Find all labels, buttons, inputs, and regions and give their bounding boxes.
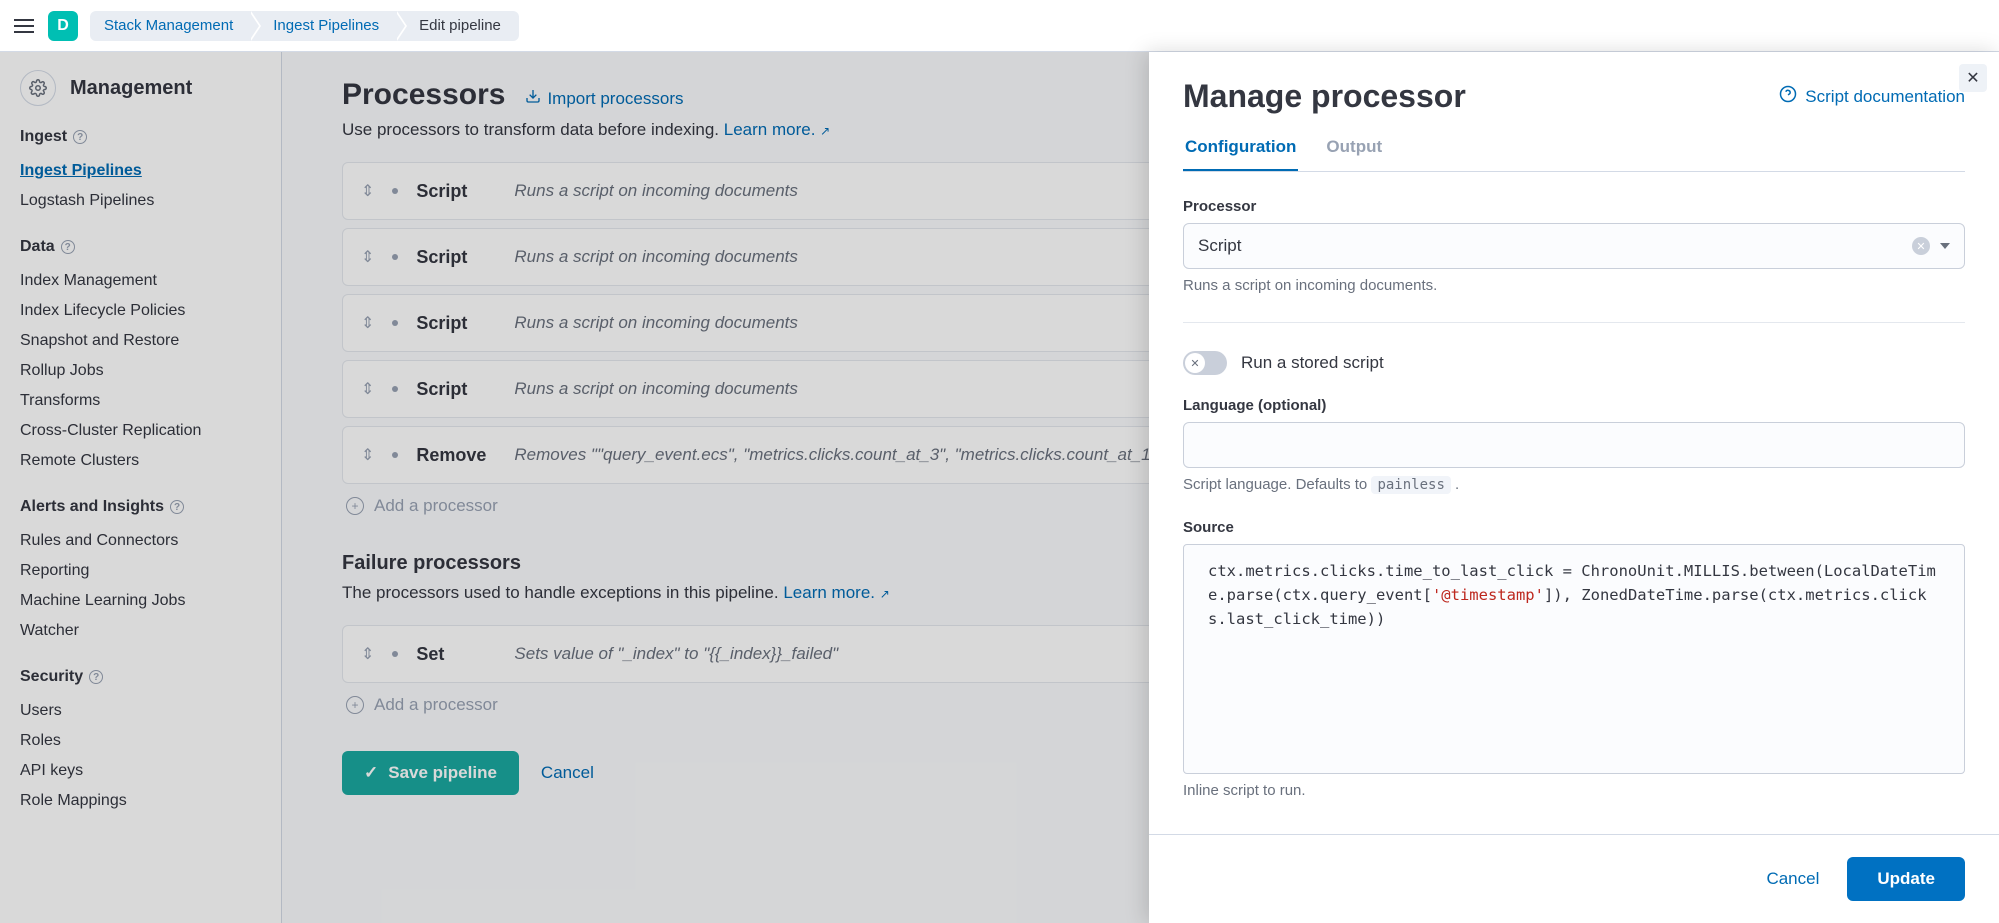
sidebar-item-remote-clusters[interactable]: Remote Clusters (20, 446, 261, 476)
sidebar-item-transforms[interactable]: Transforms (20, 386, 261, 416)
breadcrumb-item[interactable]: Stack Management (90, 11, 251, 41)
user-avatar[interactable]: D (48, 11, 78, 41)
clear-icon[interactable]: ✕ (1912, 237, 1930, 255)
source-help-text: Inline script to run. (1183, 782, 1965, 799)
plus-circle-icon: + (346, 696, 364, 714)
stored-script-label: Run a stored script (1241, 353, 1384, 373)
processor-description: Runs a script on incoming documents (514, 379, 797, 399)
help-icon[interactable]: ? (89, 670, 103, 684)
learn-more-link[interactable]: Learn more. ↗ (783, 583, 889, 602)
flyout-update-button[interactable]: Update (1847, 857, 1965, 901)
processor-name: Set (416, 644, 496, 665)
processor-select-value: Script (1198, 236, 1241, 256)
sidebar-item-role-mappings[interactable]: Role Mappings (20, 786, 261, 816)
sidebar-item-logstash-pipelines[interactable]: Logstash Pipelines (20, 186, 261, 216)
bullet-icon (392, 386, 398, 392)
sidebar-item-users[interactable]: Users (20, 696, 261, 726)
plus-circle-icon: + (346, 497, 364, 515)
bullet-icon (392, 188, 398, 194)
import-processors-link[interactable]: Import processors (525, 88, 683, 109)
drag-handle-icon[interactable]: ⇕ (361, 445, 374, 465)
sidebar-item-index-management[interactable]: Index Management (20, 266, 261, 296)
processor-description: Runs a script on incoming documents (514, 313, 797, 333)
processor-description: Removes ""query_event.ecs", "metrics.cli… (514, 445, 1183, 465)
source-field-label: Source (1183, 519, 1965, 536)
flyout-title: Manage processor (1183, 78, 1466, 115)
bullet-icon (392, 320, 398, 326)
cancel-button[interactable]: Cancel (541, 763, 594, 783)
manage-processor-flyout: ✕ Manage processor Script documentation … (1149, 52, 1999, 923)
check-icon: ✓ (364, 763, 378, 783)
breadcrumb-item-current: Edit pipeline (397, 11, 519, 41)
external-link-icon: ↗ (880, 587, 890, 601)
stored-script-toggle[interactable]: ✕ (1183, 351, 1227, 375)
import-icon (525, 88, 541, 109)
save-pipeline-button[interactable]: ✓ Save pipeline (342, 751, 519, 795)
drag-handle-icon[interactable]: ⇕ (361, 379, 374, 399)
sidebar-item-api-keys[interactable]: API keys (20, 756, 261, 786)
sidebar-title: Management (70, 77, 192, 100)
processor-name: Remove (416, 445, 496, 466)
nav-toggle-icon[interactable] (12, 14, 36, 38)
drag-handle-icon[interactable]: ⇕ (361, 644, 374, 664)
processor-description: Runs a script on incoming documents (514, 247, 797, 267)
sidebar-item-watcher[interactable]: Watcher (20, 616, 261, 646)
tab-configuration[interactable]: Configuration (1183, 137, 1298, 171)
sidebar-item-rollup-jobs[interactable]: Rollup Jobs (20, 356, 261, 386)
sidebar-item-ilm[interactable]: Index Lifecycle Policies (20, 296, 261, 326)
sidebar-section-security: Security ? (20, 668, 261, 686)
help-icon[interactable]: ? (61, 240, 75, 254)
help-icon[interactable]: ? (170, 500, 184, 514)
sidebar-item-roles[interactable]: Roles (20, 726, 261, 756)
flyout-tabs: Configuration Output (1183, 137, 1965, 172)
bullet-icon (392, 651, 398, 657)
chevron-down-icon (1940, 243, 1950, 249)
sidebar-item-rules-connectors[interactable]: Rules and Connectors (20, 526, 261, 556)
language-input[interactable] (1183, 422, 1965, 468)
processor-field-label: Processor (1183, 198, 1965, 215)
language-field-label: Language (optional) (1183, 397, 1965, 414)
breadcrumb: Stack Management Ingest Pipelines Edit p… (90, 11, 519, 41)
help-icon[interactable]: ? (73, 130, 87, 144)
processor-name: Script (416, 313, 496, 334)
sidebar-item-snapshot-restore[interactable]: Snapshot and Restore (20, 326, 261, 356)
sidebar-item-ccr[interactable]: Cross-Cluster Replication (20, 416, 261, 446)
learn-more-link[interactable]: Learn more. ↗ (724, 120, 830, 139)
gear-icon (20, 70, 56, 106)
drag-handle-icon[interactable]: ⇕ (361, 181, 374, 201)
flyout-footer: Cancel Update (1149, 834, 1999, 923)
processor-name: Script (416, 379, 496, 400)
processor-name: Script (416, 181, 496, 202)
processor-select[interactable]: Script ✕ (1183, 223, 1965, 269)
sidebar-item-ml-jobs[interactable]: Machine Learning Jobs (20, 586, 261, 616)
bullet-icon (392, 254, 398, 260)
page-title: Processors (342, 78, 505, 112)
sidebar-section-alerts: Alerts and Insights ? (20, 498, 261, 516)
processor-description: Runs a script on incoming documents (514, 181, 797, 201)
language-help-text: Script language. Defaults to painless . (1183, 476, 1965, 493)
sidebar: Management Ingest ? Ingest Pipelines Log… (0, 52, 282, 923)
sidebar-section-ingest: Ingest ? (20, 128, 261, 146)
top-bar: D Stack Management Ingest Pipelines Edit… (0, 0, 1999, 52)
tab-output[interactable]: Output (1324, 137, 1384, 171)
breadcrumb-item[interactable]: Ingest Pipelines (251, 11, 397, 41)
drag-handle-icon[interactable]: ⇕ (361, 313, 374, 333)
sidebar-item-reporting[interactable]: Reporting (20, 556, 261, 586)
script-documentation-link[interactable]: Script documentation (1779, 85, 1965, 108)
divider (1183, 322, 1965, 323)
drag-handle-icon[interactable]: ⇕ (361, 247, 374, 267)
processor-name: Script (416, 247, 496, 268)
external-link-icon: ↗ (820, 124, 830, 138)
source-code-editor[interactable]: ctx.metrics.clicks.time_to_last_click = … (1183, 544, 1965, 774)
close-button[interactable]: ✕ (1959, 64, 1987, 92)
sidebar-section-data: Data ? (20, 238, 261, 256)
flyout-cancel-button[interactable]: Cancel (1756, 857, 1829, 901)
toggle-knob: ✕ (1185, 353, 1205, 373)
bullet-icon (392, 452, 398, 458)
close-icon: ✕ (1966, 68, 1979, 88)
processor-help-text: Runs a script on incoming documents. (1183, 277, 1965, 294)
help-circle-icon (1779, 85, 1797, 108)
sidebar-item-ingest-pipelines[interactable]: Ingest Pipelines (20, 156, 261, 186)
processor-description: Sets value of "_index" to "{{_index}}_fa… (514, 644, 838, 664)
